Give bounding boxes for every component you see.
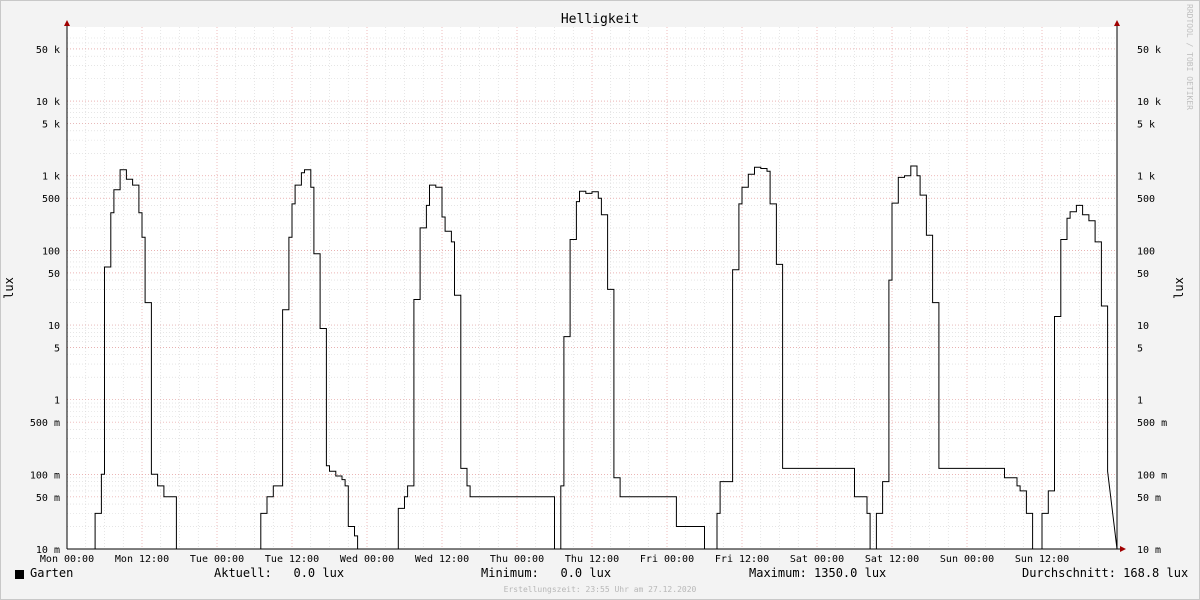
watermark-text: RRDTOOL / TOBI OETIKER (1185, 4, 1194, 110)
y-tick-label-left: 100 (42, 246, 60, 257)
y-tick-label-left: 50 k (36, 45, 60, 56)
chart-title: Helligkeit (561, 12, 639, 27)
y-tick-label-right: 10 (1137, 321, 1149, 332)
legend-average: Durchschnitt: 168.8 lux (1022, 566, 1189, 580)
x-tick-label: Mon 12:00 (115, 554, 169, 565)
y-tick-label-right: 10 k (1137, 97, 1161, 108)
y-tick-label-right: 5 (1137, 344, 1143, 355)
x-tick-label: Sun 00:00 (940, 554, 994, 565)
y-tick-label-left: 10 (48, 321, 60, 332)
y-tick-label-right: 5 k (1137, 120, 1155, 131)
x-tick-label: Tue 12:00 (265, 554, 319, 565)
y-tick-label-left: 500 m (30, 418, 60, 429)
y-tick-label-right: 50 k (1137, 45, 1161, 56)
x-tick-label: Fri 12:00 (715, 554, 769, 565)
legend-minimum: Minimum: 0.0 lux (481, 566, 612, 580)
x-tick-label: Sun 12:00 (1015, 554, 1069, 565)
y-tick-label-left: 100 m (30, 470, 60, 481)
y-tick-label-left: 10 k (36, 97, 60, 108)
x-tick-label: Mon 00:00 (40, 554, 94, 565)
y-tick-label-right: 100 (1137, 246, 1155, 257)
legend-maximum: Maximum: 1350.0 lux (749, 566, 887, 580)
y-tick-label-left: 1 (54, 396, 60, 407)
y-tick-label-right: 1 k (1137, 172, 1155, 183)
x-tick-label: Thu 00:00 (490, 554, 544, 565)
x-axis-arrow (1120, 546, 1126, 552)
y-tick-label-right: 100 m (1137, 470, 1167, 481)
x-tick-label: Sat 00:00 (790, 554, 844, 565)
x-tick-label: Wed 00:00 (340, 554, 394, 565)
y-tick-label-right: 1 (1137, 396, 1143, 407)
x-tick-label: Fri 00:00 (640, 554, 694, 565)
y-tick-label-right: 50 m (1137, 493, 1161, 504)
y-tick-label-right: 500 m (1137, 418, 1167, 429)
y-tick-label-right: 10 m (1137, 545, 1161, 556)
y-tick-label-right: 50 (1137, 269, 1149, 280)
y-axis-arrow-left (64, 20, 70, 26)
y-tick-label-left: 5 k (42, 120, 60, 131)
y-tick-label-left: 1 k (42, 172, 60, 183)
y-axis-label-left: lux (2, 277, 16, 299)
x-tick-label: Thu 12:00 (565, 554, 619, 565)
y-tick-label-left: 50 m (36, 493, 60, 504)
x-tick-label: Tue 00:00 (190, 554, 244, 565)
y-tick-label-left: 50 (48, 269, 60, 280)
x-tick-label: Wed 12:00 (415, 554, 469, 565)
y-axis-label-right: lux (1172, 277, 1186, 299)
x-tick-label: Sat 12:00 (865, 554, 919, 565)
y-tick-label-right: 500 (1137, 194, 1155, 205)
legend-current: Aktuell: 0.0 lux (214, 566, 345, 580)
y-axis-arrow-right (1114, 20, 1120, 26)
y-tick-label-left: 5 (54, 344, 60, 355)
watermark: RRDTOOL / TOBI OETIKER (1184, 4, 1196, 144)
legend-swatch (15, 570, 24, 579)
legend-series-name: Garten (30, 566, 74, 580)
y-tick-label-left: 500 (42, 194, 60, 205)
chart: 50 k 50 k 10 k 10 k 5 k 5 k 1 k 1 k 500 500 100 100… (2, 12, 1186, 565)
footer-timestamp: Erstellungszeit: 23:55 Uhr am 27.12.2020 (503, 585, 697, 594)
